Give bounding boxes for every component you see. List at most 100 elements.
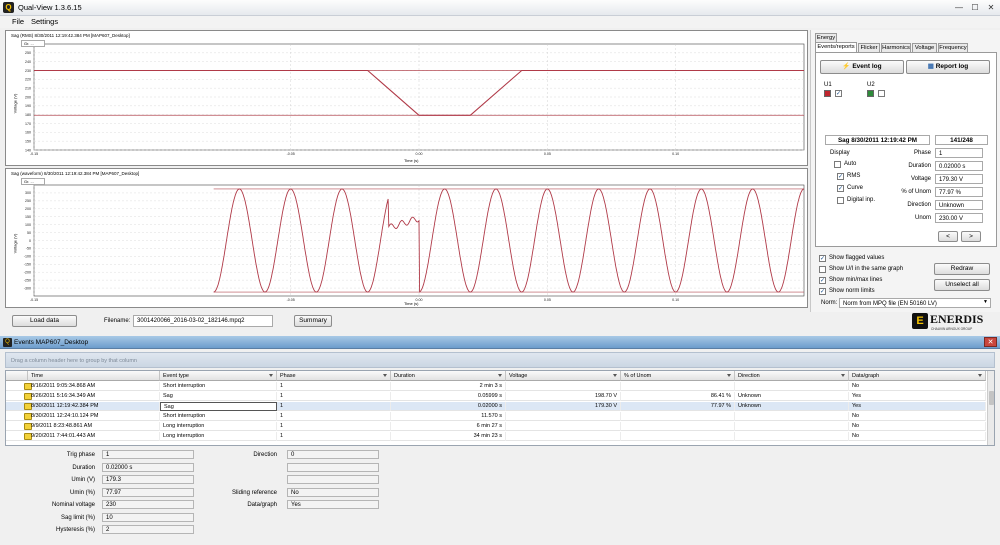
table-row[interactable]: 9/9/2011 8:23:48.861 AM Long interruption… (6, 422, 986, 431)
tab-events-reports[interactable]: Events/reports (815, 42, 857, 52)
y-tick-label: -200 (24, 271, 31, 275)
y-tick-label: 150 (25, 215, 31, 219)
table-row[interactable]: 8/26/2011 5:16:34.349 AM Sag 1 0.05999 s 198… (6, 392, 986, 401)
y-tick-label: 170 (25, 122, 31, 126)
grid-header-col-6[interactable]: Direction (735, 371, 849, 381)
group-by-area[interactable]: Drag a column header here to group by th… (5, 352, 995, 368)
filter-icon[interactable] (727, 374, 731, 377)
display-rms-checkbox[interactable]: ✓ (837, 173, 844, 180)
filter-icon[interactable] (613, 374, 617, 377)
waveform-graph-selector[interactable]: Gr. ... (21, 178, 45, 185)
unselect-all-button[interactable]: Unselect all (934, 279, 990, 291)
table-cell: Sag (160, 392, 277, 401)
grid-header-label: Data/graph (852, 373, 880, 379)
minimize-icon[interactable]: — (952, 2, 966, 13)
grid-header-col-0[interactable]: Time (28, 371, 160, 381)
show-ui-same-graph-checkbox[interactable] (819, 266, 826, 273)
u1-checkbox[interactable]: ✓ (835, 90, 842, 97)
grid-header-col-2[interactable]: Phase (277, 371, 391, 381)
event-log-button[interactable]: ⚡ Event log (820, 60, 904, 74)
x-tick-label: 0.10 (672, 152, 679, 156)
table-cell: Short interruption (160, 412, 277, 421)
report-log-label: Report log (935, 63, 969, 70)
u1-label: U1 (824, 82, 832, 88)
redraw-button[interactable]: Redraw (934, 263, 990, 275)
grid-header-col-7[interactable]: Data/graph (849, 371, 986, 381)
filename-field[interactable]: 3001420066_2016-03-02_182146.mpq2 (133, 315, 273, 327)
table-cell (621, 412, 735, 421)
display-digital-input-checkbox[interactable] (837, 197, 844, 204)
event-header-field: Sag 8/30/2011 12:19:42 PM (825, 135, 930, 145)
detail-value: 77.97 (102, 487, 194, 497)
table-cell: No (849, 432, 986, 441)
display-curve-label: Curve (847, 185, 864, 191)
filename-label: Filename: (104, 318, 131, 324)
norm-select[interactable]: Norm from MPQ file (EN 50160 LV) ▼ (839, 298, 991, 308)
u2-checkbox[interactable] (878, 90, 885, 97)
rms-chart[interactable]: 250 240 230 220 210 200 190 180 170 160 150 140 -0.1… (5, 30, 808, 166)
tab-energy[interactable]: Energy (815, 33, 837, 42)
direction-label: Direction (907, 202, 931, 208)
grid-header-col-3[interactable]: Duration (391, 371, 506, 381)
grid-header-label: Time (31, 373, 44, 379)
filter-icon[interactable] (841, 374, 845, 377)
tab-flicker[interactable]: Flicker (858, 43, 880, 52)
tab-harmonics[interactable]: Harmonics (881, 43, 911, 52)
next-event-button[interactable]: > (961, 231, 981, 242)
display-curve-checkbox[interactable]: ✓ (837, 185, 844, 192)
previous-event-button[interactable]: < (938, 231, 958, 242)
show-minmax-checkbox[interactable]: ✓ (819, 277, 826, 284)
detail-value: 2 (102, 525, 194, 534)
filter-icon[interactable] (269, 374, 273, 377)
table-cell (506, 412, 621, 421)
table-row[interactable]: 8/30/2011 12:19:42.384 PM Sag 1 0.02000 s 17… (6, 402, 986, 411)
table-row[interactable]: 8/16/2011 9:05:34.868 AM Short interrupti… (6, 382, 986, 391)
scrollbar-thumb[interactable] (989, 391, 994, 405)
tab-frequency[interactable]: Frequency (938, 43, 968, 52)
events-close-icon[interactable]: ✕ (984, 337, 997, 347)
filter-icon[interactable] (978, 374, 982, 377)
grid-header-col-5[interactable]: % of Unom (621, 371, 735, 381)
display-auto-checkbox[interactable] (834, 161, 841, 168)
filter-icon[interactable] (498, 374, 502, 377)
y-tick-label: 190 (25, 104, 31, 108)
table-cell: Unknown (735, 402, 849, 411)
show-flagged-checkbox[interactable]: ✓ (819, 255, 826, 262)
maximize-icon[interactable]: ☐ (968, 2, 982, 13)
x-tick-label: -0.15 (30, 298, 38, 302)
table-cell: Yes (849, 402, 986, 411)
table-row[interactable]: 9/20/2011 7:44:01.443 AM Long interruptio… (6, 432, 986, 441)
rms-chart-svg: 250240230220210200190180170160150140-0.1… (25, 43, 805, 156)
table-cell: 0.05999 s (391, 392, 506, 401)
rms-graph-selector[interactable]: Gr. ... (21, 40, 45, 47)
rms-xlabel: Time (s) (404, 158, 419, 163)
filter-icon[interactable] (383, 374, 387, 377)
x-tick-label: -0.15 (30, 152, 38, 156)
menu-file[interactable]: File (12, 17, 24, 26)
x-tick-label: 0.05 (544, 298, 551, 302)
grid-header-col-1[interactable]: Event type (160, 371, 277, 381)
grid-header-label: % of Unom (624, 373, 652, 379)
tab-voltage[interactable]: Voltage (912, 43, 937, 52)
y-tick-label: 240 (25, 60, 31, 64)
x-tick-label: -0.05 (287, 298, 295, 302)
menu-settings[interactable]: Settings (31, 17, 58, 26)
y-tick-label: -300 (24, 286, 31, 290)
events-grid-scrollbar[interactable] (987, 371, 994, 445)
grid-header-col-4[interactable]: Voltage (506, 371, 621, 381)
table-cell: Long interruption (160, 432, 277, 441)
u1-color-swatch[interactable] (824, 90, 831, 97)
table-row[interactable]: 8/30/2011 12:24:10.124 PM Short interrupt… (6, 412, 986, 421)
close-icon[interactable]: ✕ (984, 2, 998, 13)
table-cell: Long interruption (160, 422, 277, 431)
report-log-icon: ▦ (927, 63, 934, 70)
u2-color-swatch[interactable] (867, 90, 874, 97)
detail-label: Data/graph (247, 502, 277, 508)
load-data-button[interactable]: Load data (12, 315, 77, 327)
show-norm-limits-checkbox[interactable]: ✓ (819, 288, 826, 295)
table-cell: 11.570 s (391, 412, 506, 421)
summary-button[interactable]: Summary (294, 315, 332, 327)
report-log-button[interactable]: ▦ Report log (906, 60, 990, 74)
waveform-chart[interactable]: 300 250 200 150 100 50 0 -50 -100 -150 -200 -250 -30… (5, 168, 808, 308)
detail-value: Yes (287, 500, 379, 509)
